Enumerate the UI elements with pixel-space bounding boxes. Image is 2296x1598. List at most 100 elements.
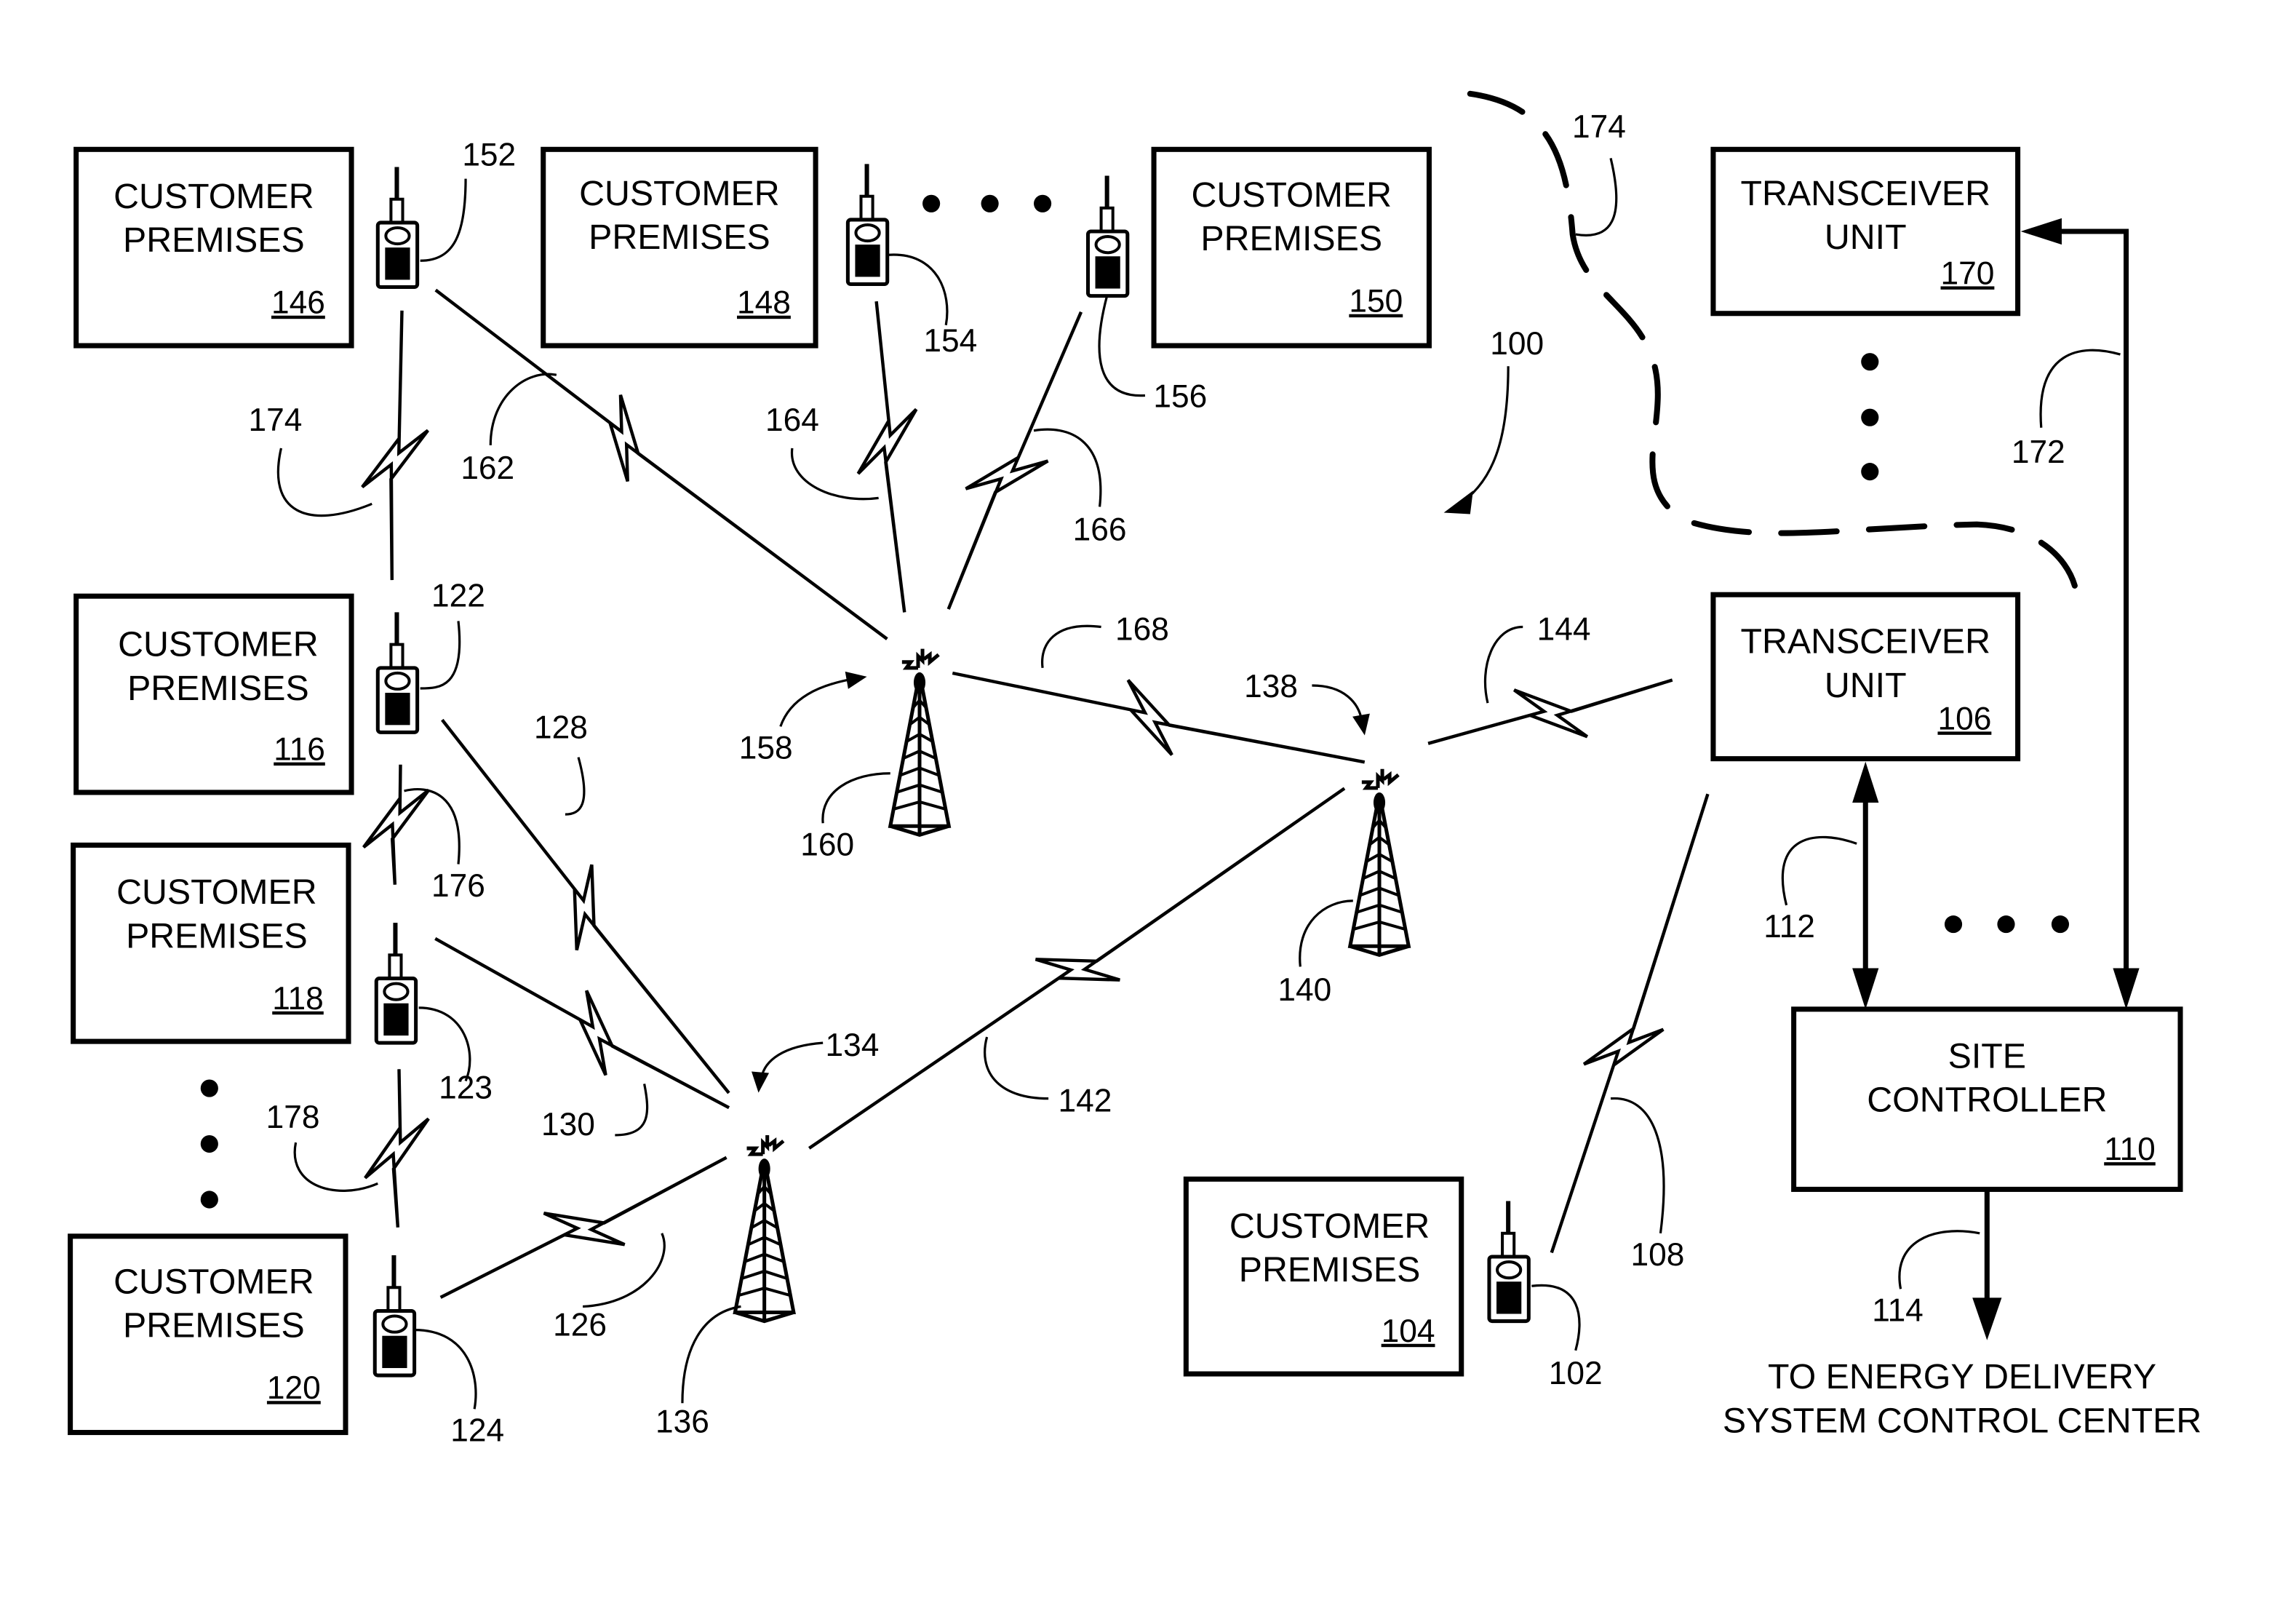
device-123 — [374, 923, 418, 1045]
ref-144: 144 — [1537, 612, 1591, 648]
transceiver-106: TRANSCEIVER UNIT 106 — [1710, 592, 2021, 762]
leader-134 — [760, 1041, 824, 1078]
wireless-link-168 — [952, 671, 1366, 764]
leader-172 — [2039, 349, 2121, 428]
network-diagram: CUSTOMER PREMISES 146 CUSTOMER PREMISES … — [68, 90, 2201, 1449]
site-controller-label-line1: SITE — [1948, 1036, 2026, 1076]
leader-130 — [615, 1084, 649, 1137]
arrowhead-icon — [1443, 490, 1473, 514]
ref-174-boundary: 174 — [1572, 109, 1626, 145]
output-caption-line1: TO ENERGY DELIVERY — [1768, 1357, 2156, 1396]
premises-label-line1: CUSTOMER — [118, 625, 318, 664]
tower-160 — [888, 648, 952, 837]
ref-160: 160 — [800, 827, 854, 862]
transceiver-label-line2: UNIT — [1825, 666, 1907, 705]
ref-162: 162 — [461, 450, 514, 486]
transceiver-ref: 170 — [1941, 255, 1995, 291]
arrowhead-down-icon — [2113, 968, 2140, 1009]
leader-178 — [293, 1142, 378, 1192]
arrowhead-down-icon — [1972, 1297, 2002, 1340]
ref-140: 140 — [1277, 972, 1331, 1008]
ref-124: 124 — [450, 1413, 504, 1449]
premises-120: CUSTOMER PREMISES 120 — [68, 1233, 348, 1436]
premises-148: CUSTOMER PREMISES 148 — [541, 146, 818, 349]
ref-102: 102 — [1549, 1356, 1603, 1391]
leader-140 — [1299, 899, 1353, 967]
premises-label-line1: CUSTOMER — [1192, 175, 1392, 215]
arrowhead-158 — [845, 671, 867, 689]
ref-158: 158 — [739, 731, 793, 766]
leader-152 — [420, 178, 467, 262]
ref-164: 164 — [765, 402, 819, 438]
arrowhead-down-icon — [1852, 968, 1879, 1009]
leader-122 — [420, 621, 461, 690]
device-152 — [375, 167, 420, 290]
device-124 — [372, 1255, 417, 1378]
leader-128 — [565, 757, 586, 816]
premises-label-line2: PREMISES — [127, 669, 309, 708]
ref-174-link: 174 — [248, 402, 302, 438]
ref-112: 112 — [1763, 909, 1815, 945]
leader-174-boundary — [1575, 158, 1618, 236]
leader-156 — [1098, 295, 1146, 397]
ref-134: 134 — [825, 1027, 879, 1063]
wireless-link-126 — [439, 1156, 728, 1299]
wireless-link-174 — [361, 310, 429, 581]
ref-130: 130 — [541, 1107, 595, 1142]
ref-168: 168 — [1115, 612, 1169, 648]
device-154 — [845, 164, 890, 287]
tower-136 — [733, 1134, 796, 1324]
leader-176 — [404, 788, 461, 864]
site-controller-ref: 110 — [2104, 1132, 2156, 1167]
leader-168 — [1040, 624, 1101, 669]
ref-100: 100 — [1490, 326, 1544, 362]
leader-164 — [791, 448, 879, 501]
ref-114: 114 — [1872, 1293, 1924, 1329]
premises-label-line1: CUSTOMER — [113, 177, 314, 216]
premises-118: CUSTOMER PREMISES 118 — [71, 842, 351, 1044]
ref-122: 122 — [431, 578, 485, 613]
ref-138: 138 — [1244, 669, 1298, 704]
wireless-link-176 — [362, 764, 431, 885]
ref-156: 156 — [1153, 379, 1207, 415]
arrowhead-138 — [1352, 713, 1370, 736]
leader-100 — [1454, 366, 1510, 508]
signal-icon — [1361, 768, 1400, 790]
transceiver-170: TRANSCEIVER UNIT 170 — [1710, 146, 2021, 317]
leader-162 — [489, 373, 557, 445]
premises-label-line2: PREMISES — [1200, 219, 1382, 258]
arrowhead-up-icon — [1852, 761, 1879, 803]
premises-label-line2: PREMISES — [123, 1306, 305, 1345]
site-controller-110: SITE CONTROLLER 110 — [1791, 1006, 2183, 1192]
premises-ref: 120 — [267, 1370, 321, 1406]
device-102 — [1487, 1201, 1531, 1324]
wireless-link-178 — [364, 1069, 430, 1228]
wireless-links — [361, 288, 1710, 1299]
device-122 — [375, 612, 420, 734]
ellipsis-horizontal-controllers — [1944, 915, 2070, 934]
ref-178: 178 — [266, 1100, 320, 1135]
leader-154 — [888, 253, 949, 326]
leader-142 — [984, 1036, 1049, 1100]
wireless-link-108 — [1550, 793, 1710, 1254]
ref-142: 142 — [1059, 1084, 1112, 1119]
premises-ref: 150 — [1349, 284, 1403, 319]
premises-label-line2: PREMISES — [123, 220, 305, 260]
site-controller-label-line2: CONTROLLER — [1867, 1081, 2107, 1120]
leader-166 — [1033, 428, 1102, 507]
ellipsis-vertical-premises — [200, 1079, 218, 1209]
premises-label-line1: CUSTOMER — [113, 1262, 314, 1301]
ref-136: 136 — [655, 1404, 709, 1440]
output-caption-line2: SYSTEM CONTROL CENTER — [1723, 1402, 2201, 1441]
leader-138 — [1312, 684, 1363, 721]
signal-icon — [901, 648, 940, 670]
ref-176: 176 — [431, 868, 485, 904]
ref-123: 123 — [439, 1070, 493, 1106]
premises-150: CUSTOMER PREMISES 150 — [1151, 146, 1432, 349]
ellipsis-horizontal-top — [922, 194, 1052, 212]
premises-label-line1: CUSTOMER — [116, 872, 316, 912]
ref-108: 108 — [1631, 1237, 1685, 1273]
wire-114 — [1972, 1189, 2002, 1340]
wire-172 — [2020, 218, 2140, 1009]
premises-label-line2: PREMISES — [1239, 1250, 1421, 1289]
